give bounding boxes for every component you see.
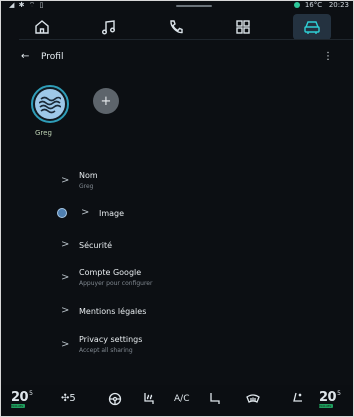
phone-icon <box>170 20 183 34</box>
avatar-image <box>35 89 65 119</box>
profile-avatar[interactable] <box>31 85 69 123</box>
menu-item-nom[interactable]: > Nom Greg <box>53 169 323 195</box>
menu-item-sub: Greg <box>79 183 94 190</box>
chevron-right-icon: > <box>81 207 90 218</box>
passenger-temp-decimal: 5 <box>337 390 341 397</box>
nav-vehicle-button[interactable] <box>293 14 331 40</box>
menu-item-label: Privacy settings <box>79 335 143 344</box>
clock: 20:23 <box>328 1 349 9</box>
nav-music-button[interactable] <box>90 14 128 40</box>
profile-name: Greg <box>35 129 52 137</box>
menu-item-label: Image <box>99 209 125 218</box>
driver-temp-decimal: 5 <box>29 390 33 397</box>
menu-item-securite[interactable]: > Sécurité <box>53 238 323 254</box>
driver-temp-value: 20 <box>11 390 29 405</box>
seat-heat-left-button[interactable] <box>142 391 156 409</box>
chevron-right-icon: > <box>61 305 70 316</box>
seat-heat-icon <box>144 393 154 404</box>
menu-item-sub: Appuyer pour configurer <box>79 280 153 287</box>
defrost-icon <box>246 394 260 403</box>
top-navigation <box>17 11 353 41</box>
fan-speed-control[interactable]: ✣5 <box>61 393 76 404</box>
seat-fan-icon <box>293 392 302 402</box>
ac-button[interactable]: A/C <box>174 394 189 404</box>
menu-item-label: Nom <box>79 171 98 180</box>
music-icon <box>102 20 115 35</box>
passenger-temp-value: 20 <box>319 390 337 405</box>
add-profile-button[interactable]: + <box>93 88 119 114</box>
menu-item-label: Mentions légales <box>79 307 147 316</box>
fan-level: 5 <box>69 393 76 404</box>
more-options-icon[interactable]: ⋮ <box>323 51 333 62</box>
menu-item-mentions-legales[interactable]: > Mentions légales <box>53 304 323 320</box>
outside-temperature: 16°C <box>304 1 323 9</box>
page-header: ← Profil ⋮ <box>21 48 351 68</box>
chevron-right-icon: > <box>61 339 70 350</box>
vehicle-icon <box>304 21 320 34</box>
apps-grid-icon <box>236 20 250 34</box>
nav-home-button[interactable] <box>23 14 61 40</box>
status-bar: ◢ ✱ ⌔ ▯ 16°C 20:23 <box>1 1 353 10</box>
seat-left-button[interactable] <box>208 391 222 409</box>
eco-badge: ECO-MS <box>319 404 333 408</box>
chevron-right-icon: > <box>61 175 70 186</box>
nav-divider <box>19 39 353 40</box>
chevron-right-icon: > <box>61 272 70 283</box>
driver-temperature[interactable]: 205 <box>11 390 33 405</box>
nav-apps-button[interactable] <box>224 14 262 40</box>
eco-badge: ECO-MS <box>11 404 25 408</box>
back-arrow-icon[interactable]: ← <box>21 51 29 62</box>
profile-status-icon <box>293 2 300 8</box>
menu-item-privacy-settings[interactable]: > Privacy settings Accept all sharing <box>53 333 323 359</box>
home-icon <box>35 20 49 34</box>
menu-item-label: Compte Google <box>79 268 142 277</box>
menu-item-sub: Accept all sharing <box>79 347 133 354</box>
status-right: 16°C 20:23 <box>293 1 349 9</box>
page-title: Profil <box>41 52 64 62</box>
menu-item-label: Sécurité <box>79 241 113 250</box>
chevron-right-icon: > <box>61 239 70 250</box>
climate-bar: 205 ECO-MS ✣5 A/C 205 ECO-MS <box>1 385 353 416</box>
menu-item-compte-google[interactable]: > Compte Google Appuyer pour configurer <box>53 266 323 292</box>
steering-wheel-icon <box>108 392 122 406</box>
seat-icon <box>210 393 220 404</box>
pull-down-handle[interactable] <box>176 5 212 7</box>
seat-ventilation-button[interactable] <box>291 391 305 409</box>
profile-thumbnail-icon <box>57 208 67 218</box>
steering-wheel-heat-button[interactable] <box>108 392 122 409</box>
menu-item-image[interactable]: > Image <box>53 206 323 222</box>
passenger-temperature[interactable]: 205 <box>319 390 341 405</box>
nav-phone-button[interactable] <box>157 14 195 40</box>
status-icons: ◢ ✱ ⌔ ▯ <box>9 1 45 9</box>
waves-icon <box>39 96 61 114</box>
windshield-defrost-button[interactable] <box>245 392 261 409</box>
screen: ◢ ✱ ⌔ ▯ 16°C 20:23 ← Profil ⋮ Greg + > N… <box>0 0 354 417</box>
